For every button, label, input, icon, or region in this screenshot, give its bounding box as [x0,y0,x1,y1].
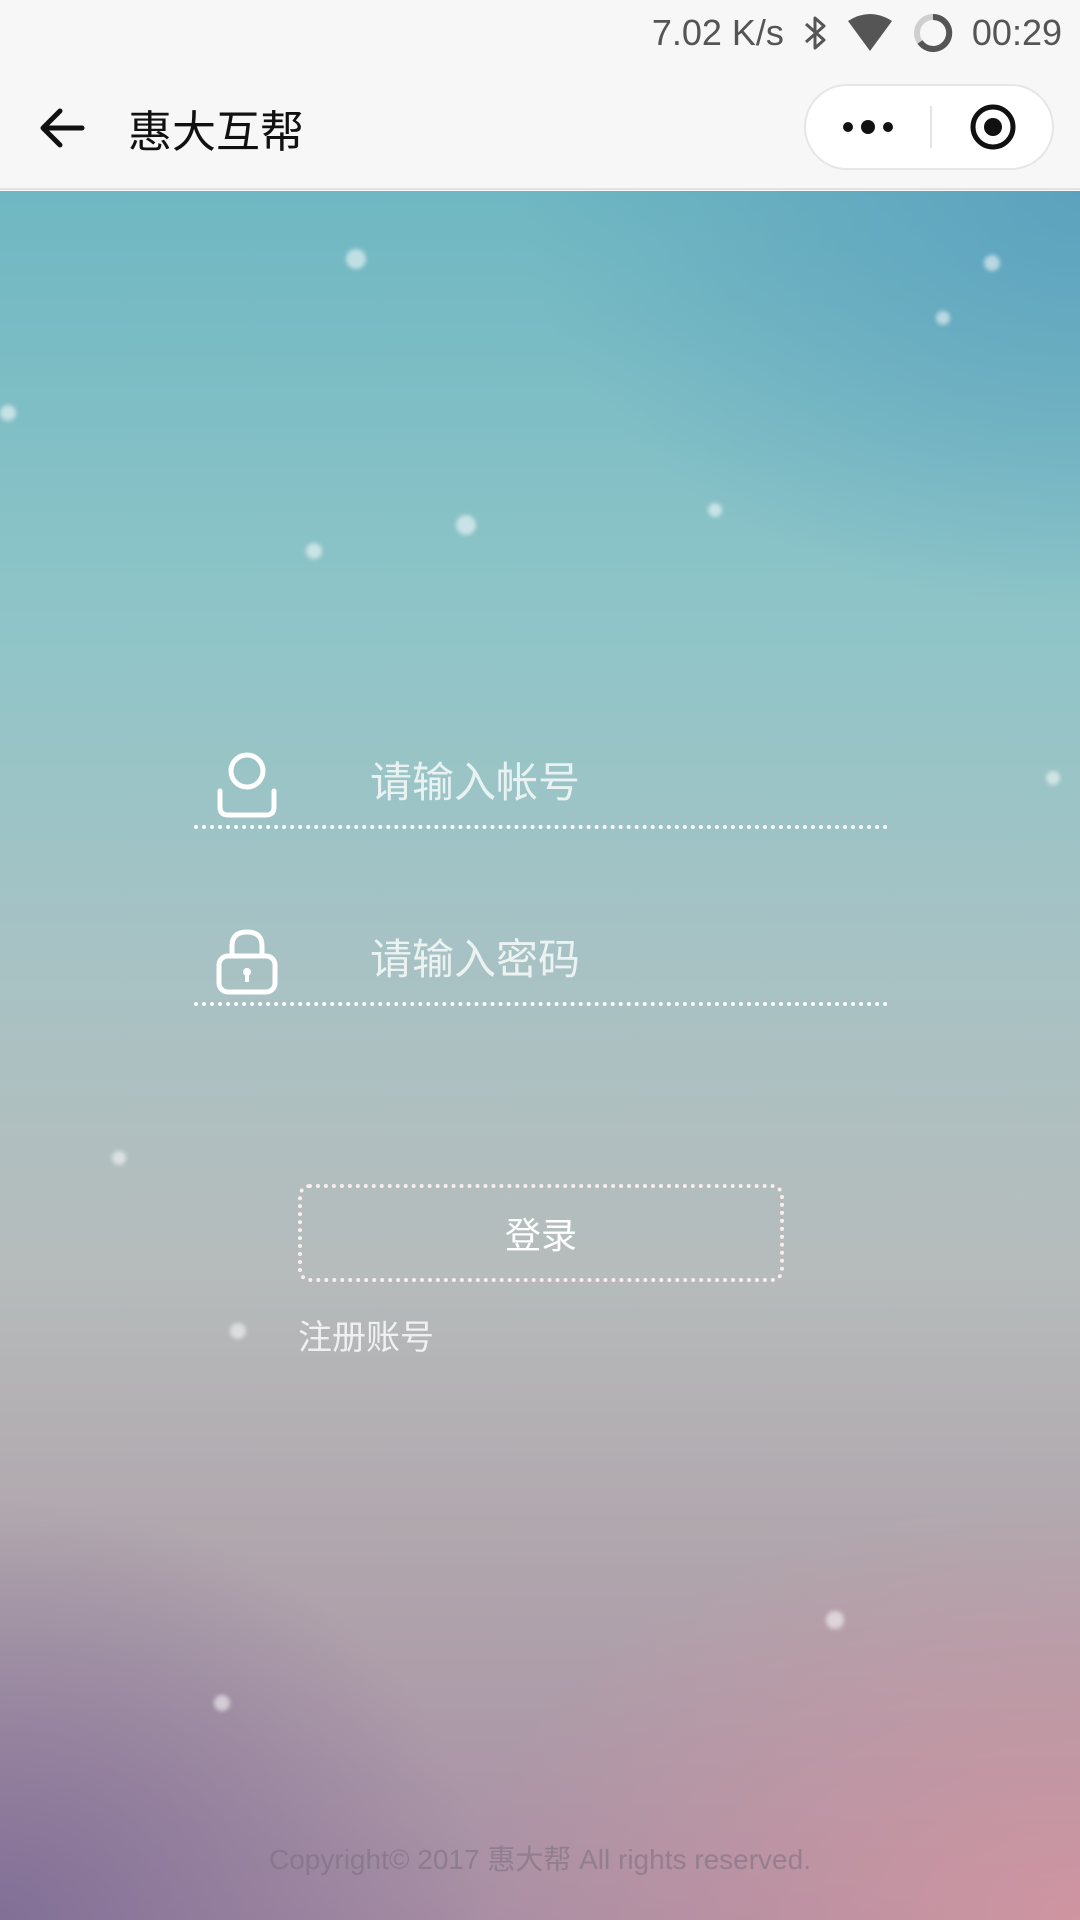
password-field [194,914,888,1024]
mini-program-capsule [804,84,1054,170]
sparkle [306,543,322,559]
copyright-text: Copyright© 2017 惠大帮 All rights reserved. [269,1844,811,1875]
account-input[interactable] [370,747,870,817]
status-bar: 7.02 K/s 00:29 [0,0,1080,66]
sparkle [230,1323,246,1339]
more-dots-icon [843,120,893,134]
user-icon [217,752,277,818]
close-button[interactable] [932,86,1054,168]
network-speed: 7.02 K/s [651,12,784,53]
login-button[interactable]: 登录 [298,1184,784,1282]
status-indicators: 7.02 K/s 00:29 [652,8,1062,58]
sparkle [0,405,16,421]
battery-ring-icon [912,12,954,54]
lock-icon [216,929,278,995]
target-circle-icon [970,104,1016,150]
sparkle [346,249,366,269]
sparkle [936,311,950,325]
sparkle [1046,771,1060,785]
password-input[interactable] [370,924,870,994]
more-button[interactable] [806,86,930,168]
account-field [194,737,888,847]
account-underline [194,825,888,829]
sparkle [214,1695,230,1711]
register-link[interactable]: 注册账号 [298,1310,434,1359]
wifi-icon [846,13,894,53]
sparkle [708,503,722,517]
clock: 00:29 [971,12,1062,53]
arrow-left-icon [40,108,85,148]
nav-bar: 惠大互帮 [0,66,1080,190]
sparkle [456,515,476,535]
back-button[interactable] [34,100,90,156]
sparkle [826,1611,844,1629]
login-background [0,191,1080,1920]
sparkle [984,255,1000,271]
password-underline [194,1002,888,1006]
sparkle [112,1151,126,1165]
bluetooth-icon [802,13,828,53]
page-title: 惠大互帮 [128,107,304,158]
